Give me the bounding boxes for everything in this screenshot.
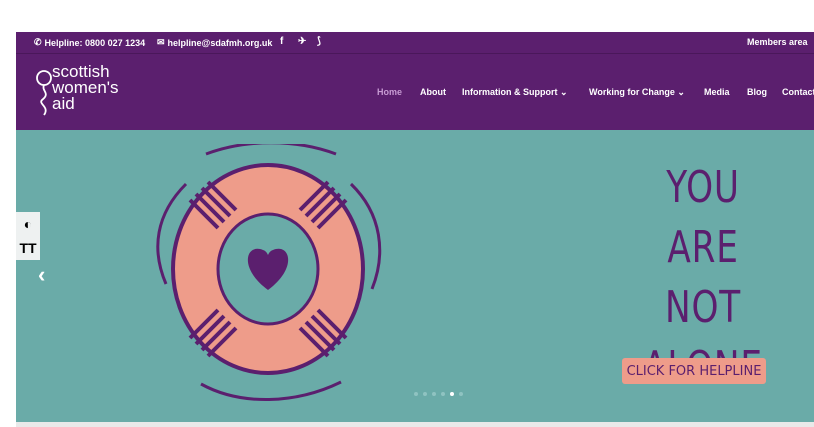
slide-dot[interactable]	[459, 392, 463, 396]
menu-contact[interactable]: Contact	[782, 87, 814, 97]
rss-icon[interactable]: ⟆	[317, 36, 321, 47]
facebook-icon[interactable]: f	[280, 36, 283, 47]
members-area-link[interactable]: Members area	[747, 37, 808, 47]
top-bar: ✆ Helpline: 0800 027 1234 ✉ helpline@sda…	[16, 32, 814, 53]
slide-dots	[414, 392, 463, 396]
twitter-icon[interactable]: ✈	[298, 36, 306, 47]
slide-dot[interactable]	[432, 392, 436, 396]
logo-text: scottish women's aid	[52, 62, 119, 113]
hero-slider[interactable]: YOU ARE NOT ALONE CLICK FOR HELPLINE ‹	[16, 130, 814, 422]
text-size-icon[interactable]: TT	[16, 236, 40, 260]
accessibility-toolbar: ◐ TT	[16, 212, 40, 260]
slide-dot[interactable]	[441, 392, 445, 396]
helpline-link[interactable]: ✆ Helpline: 0800 027 1234	[34, 37, 145, 48]
menu-blog[interactable]: Blog	[747, 87, 767, 97]
menu-media[interactable]: Media	[704, 87, 730, 97]
email-link[interactable]: ✉ helpline@sdafmh.org.uk	[157, 37, 272, 48]
email-text: helpline@sdafmh.org.uk	[167, 37, 273, 48]
page-bottom-strip	[16, 422, 814, 427]
page-frame: ✆ Helpline: 0800 027 1234 ✉ helpline@sda…	[16, 32, 814, 422]
chevron-down-icon: ⌄	[677, 87, 685, 97]
previous-slide-button[interactable]: ‹	[38, 262, 45, 288]
slide-dot-active[interactable]	[450, 392, 454, 396]
helpline-button[interactable]: CLICK FOR HELPLINE	[622, 358, 766, 384]
life-ring-illustration	[156, 144, 382, 402]
phone-icon: ✆	[34, 37, 42, 47]
main-navigation: scottish women's aid Home About Informat…	[16, 53, 814, 131]
contrast-icon[interactable]: ◐	[16, 212, 40, 236]
slide-dot[interactable]	[414, 392, 418, 396]
menu-home[interactable]: Home	[377, 87, 402, 97]
helpline-text: Helpline: 0800 027 1234	[44, 37, 146, 48]
menu-working-for-change[interactable]: Working for Change ⌄	[589, 87, 685, 98]
menu-information-support[interactable]: Information & Support ⌄	[462, 87, 568, 98]
scottish-womens-aid-logo[interactable]: scottish women's aid	[36, 62, 156, 122]
chevron-down-icon: ⌄	[560, 87, 568, 97]
slide-dot[interactable]	[423, 392, 427, 396]
mail-icon: ✉	[157, 37, 165, 47]
menu-about[interactable]: About	[420, 87, 446, 97]
